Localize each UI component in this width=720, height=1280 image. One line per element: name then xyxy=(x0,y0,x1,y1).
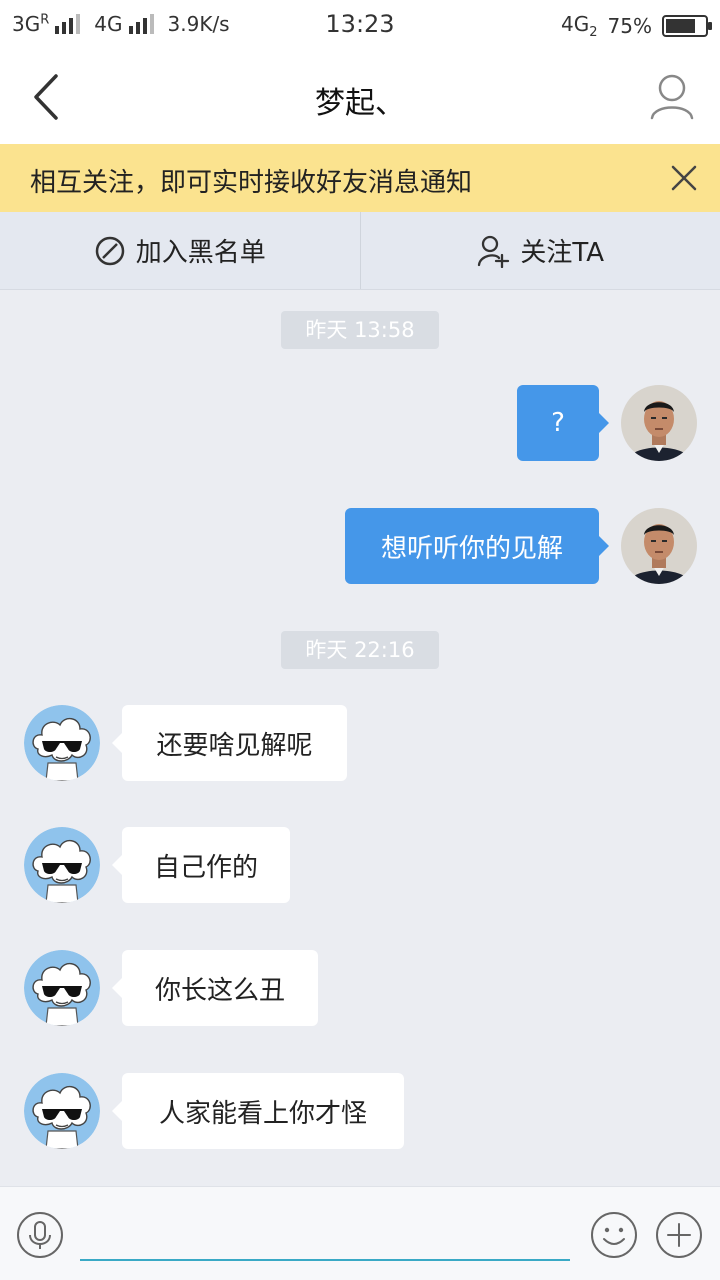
input-bar xyxy=(0,1186,720,1280)
cloud-sunglasses-avatar xyxy=(24,705,100,781)
header: 梦起、 xyxy=(0,50,720,144)
contact-avatar[interactable] xyxy=(24,705,100,781)
back-button[interactable] xyxy=(24,70,74,124)
timestamp-badge: 昨天 13:58 xyxy=(281,311,439,349)
microphone-icon xyxy=(17,1212,63,1258)
add-person-icon xyxy=(478,235,510,268)
my-avatar[interactable] xyxy=(621,385,697,461)
emoji-button[interactable] xyxy=(590,1211,638,1259)
notice-text: 相互关注，即可实时接收好友消息通知 xyxy=(30,168,473,198)
my-avatar[interactable] xyxy=(621,508,697,584)
chevron-left-icon xyxy=(34,74,58,120)
contact-avatar[interactable] xyxy=(24,950,100,1026)
action-bar: 加入黑名单 关注TA xyxy=(0,212,720,290)
incoming-message-bubble[interactable]: 自己作的 xyxy=(112,827,290,903)
blacklist-label: 加入黑名单 xyxy=(135,238,266,268)
blacklist-button[interactable]: 加入黑名单 xyxy=(0,212,360,289)
close-icon xyxy=(671,165,697,191)
status-bar: 3GR 4G 3.9K/s 13:23 4G2 75% xyxy=(0,0,720,50)
page-title: 梦起、 xyxy=(315,86,405,121)
person-icon xyxy=(650,74,694,120)
message-input[interactable] xyxy=(80,1205,570,1261)
outgoing-message-bubble[interactable]: 想听听你的见解 xyxy=(345,508,609,584)
status-right: 4G2 75% xyxy=(561,12,712,40)
cloud-sunglasses-avatar xyxy=(24,950,100,1026)
cloud-sunglasses-avatar xyxy=(24,1073,100,1149)
cloud-sunglasses-avatar xyxy=(24,827,100,903)
smiley-icon xyxy=(591,1212,637,1258)
battery-icon xyxy=(662,15,712,37)
more-button[interactable] xyxy=(655,1211,703,1259)
battery-percent: 75% xyxy=(607,14,652,38)
contact-avatar[interactable] xyxy=(24,827,100,903)
voice-button[interactable] xyxy=(16,1211,64,1259)
user-photo-avatar xyxy=(621,508,697,584)
follow-button[interactable]: 关注TA xyxy=(361,212,720,289)
incoming-message-bubble[interactable]: 还要啥见解呢 xyxy=(112,705,347,781)
timestamp-badge: 昨天 22:16 xyxy=(281,631,439,669)
incoming-message-bubble[interactable]: 人家能看上你才怪 xyxy=(112,1073,404,1149)
outgoing-message-bubble[interactable]: ? xyxy=(517,385,609,461)
user-photo-avatar xyxy=(621,385,697,461)
plus-icon xyxy=(656,1212,702,1258)
contact-avatar[interactable] xyxy=(24,1073,100,1149)
follow-notice-banner: 相互关注，即可实时接收好友消息通知 xyxy=(0,144,720,212)
block-icon xyxy=(95,236,124,265)
network-type-3: 4G2 xyxy=(561,12,598,40)
profile-button[interactable] xyxy=(646,70,698,124)
incoming-message-bubble[interactable]: 你长这么丑 xyxy=(112,950,318,1026)
follow-label: 关注TA xyxy=(520,238,605,268)
notice-close-button[interactable] xyxy=(666,160,702,196)
